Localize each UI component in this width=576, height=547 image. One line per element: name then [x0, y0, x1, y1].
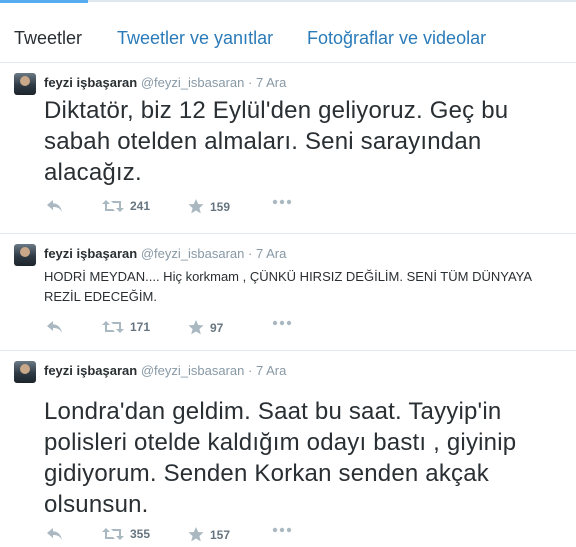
reply-icon [47, 200, 62, 212]
tweet-header: feyzi işbaşaran @feyzi_isbasaran · 7 Ara [44, 246, 286, 261]
retweet-count: 355 [130, 527, 151, 541]
tweet-text: HODRİ MEYDAN.... Hiç korkmam , ÇÜNKÜ HIR… [44, 269, 532, 304]
author-name[interactable]: feyzi işbaşaran [44, 363, 137, 378]
more-button[interactable] [272, 527, 292, 533]
retweet-button[interactable]: 241 [102, 199, 150, 213]
timestamp[interactable]: 7 Ara [256, 363, 286, 378]
timestamp[interactable]: 7 Ara [256, 75, 286, 90]
more-icon [272, 320, 292, 326]
reply-button[interactable] [46, 199, 64, 213]
reply-button[interactable] [46, 527, 64, 541]
tweet-text: Londra'dan geldim. Saat bu saat. Tayyip'… [44, 398, 517, 518]
active-tab-indicator [0, 0, 88, 3]
top-divider [0, 0, 576, 3]
retweet-button[interactable]: 355 [102, 527, 150, 541]
tab-tweets[interactable]: Tweetler [14, 28, 82, 49]
tweet-header: feyzi işbaşaran @feyzi_isbasaran · 7 Ara [44, 75, 286, 90]
favorite-button[interactable]: 157 [188, 527, 230, 542]
tab-tweets-and-replies[interactable]: Tweetler ve yanıtlar [117, 28, 273, 49]
author-name[interactable]: feyzi işbaşaran [44, 246, 137, 261]
more-button[interactable] [272, 320, 292, 326]
retweet-icon [102, 200, 124, 212]
more-button[interactable] [272, 199, 292, 205]
tweet-text: Diktatör, biz 12 Eylül'den geliyoruz. Ge… [44, 97, 509, 186]
reply-button[interactable] [46, 320, 64, 334]
star-icon [188, 320, 204, 335]
separator: · [248, 75, 253, 90]
profile-tabs: Tweetler Tweetler ve yanıtlar Fotoğrafla… [0, 14, 576, 63]
author-name[interactable]: feyzi işbaşaran [44, 75, 137, 90]
favorite-count: 157 [210, 527, 231, 542]
timestamp[interactable]: 7 Ara [256, 246, 286, 261]
more-icon [272, 527, 292, 533]
tab-photos-and-videos[interactable]: Fotoğraflar ve videolar [307, 28, 486, 49]
tweet-item[interactable]: feyzi işbaşaran @feyzi_isbasaran · 7 Ara… [0, 351, 576, 542]
favorite-count: 159 [210, 199, 231, 214]
author-handle[interactable]: @feyzi_isbasaran [141, 246, 245, 261]
separator: · [248, 363, 253, 378]
avatar[interactable] [14, 244, 36, 266]
tweet-header: feyzi işbaşaran @feyzi_isbasaran · 7 Ara [44, 363, 286, 378]
author-handle[interactable]: @feyzi_isbasaran [141, 363, 245, 378]
separator: · [248, 246, 253, 261]
retweet-button[interactable]: 171 [102, 320, 150, 334]
avatar[interactable] [14, 361, 36, 383]
favorite-count: 97 [210, 320, 224, 335]
retweet-icon [102, 321, 124, 333]
reply-icon [47, 321, 62, 333]
avatar[interactable] [14, 73, 36, 95]
retweet-icon [102, 528, 124, 540]
author-handle[interactable]: @feyzi_isbasaran [141, 75, 245, 90]
star-icon [188, 527, 204, 542]
star-icon [188, 199, 204, 214]
reply-icon [47, 528, 62, 540]
favorite-button[interactable]: 97 [188, 320, 223, 335]
retweet-count: 171 [130, 320, 151, 334]
more-icon [272, 199, 292, 205]
favorite-button[interactable]: 159 [188, 199, 230, 214]
tweet-item[interactable]: feyzi işbaşaran @feyzi_isbasaran · 7 Ara… [0, 63, 576, 234]
retweet-count: 241 [130, 199, 151, 213]
tweet-item[interactable]: feyzi işbaşaran @feyzi_isbasaran · 7 Ara… [0, 234, 576, 351]
